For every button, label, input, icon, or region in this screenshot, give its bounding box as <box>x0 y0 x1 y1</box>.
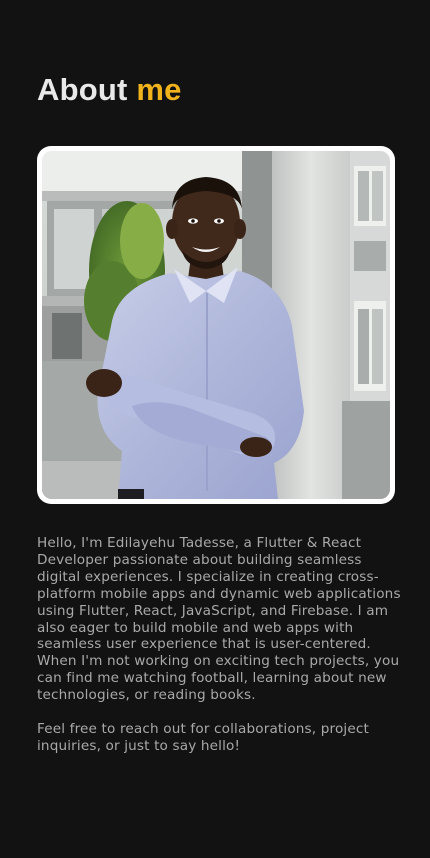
bio-paragraph-contact: Feel free to reach out for collaboration… <box>37 720 369 754</box>
section-title: About me <box>37 70 182 110</box>
about-section: About me Hello, I'm Edilayehu Tadesse, a… <box>0 0 430 858</box>
title-accent: me <box>136 72 182 107</box>
bio-paragraph-intro: Hello, I'm Edilayehu Tadesse, a Flutter … <box>37 535 401 704</box>
profile-photo <box>42 151 390 499</box>
title-lead: About <box>37 72 128 107</box>
about-bio: Hello, I'm Edilayehu Tadesse, a Flutter … <box>37 535 402 755</box>
profile-photo-frame <box>37 146 395 504</box>
